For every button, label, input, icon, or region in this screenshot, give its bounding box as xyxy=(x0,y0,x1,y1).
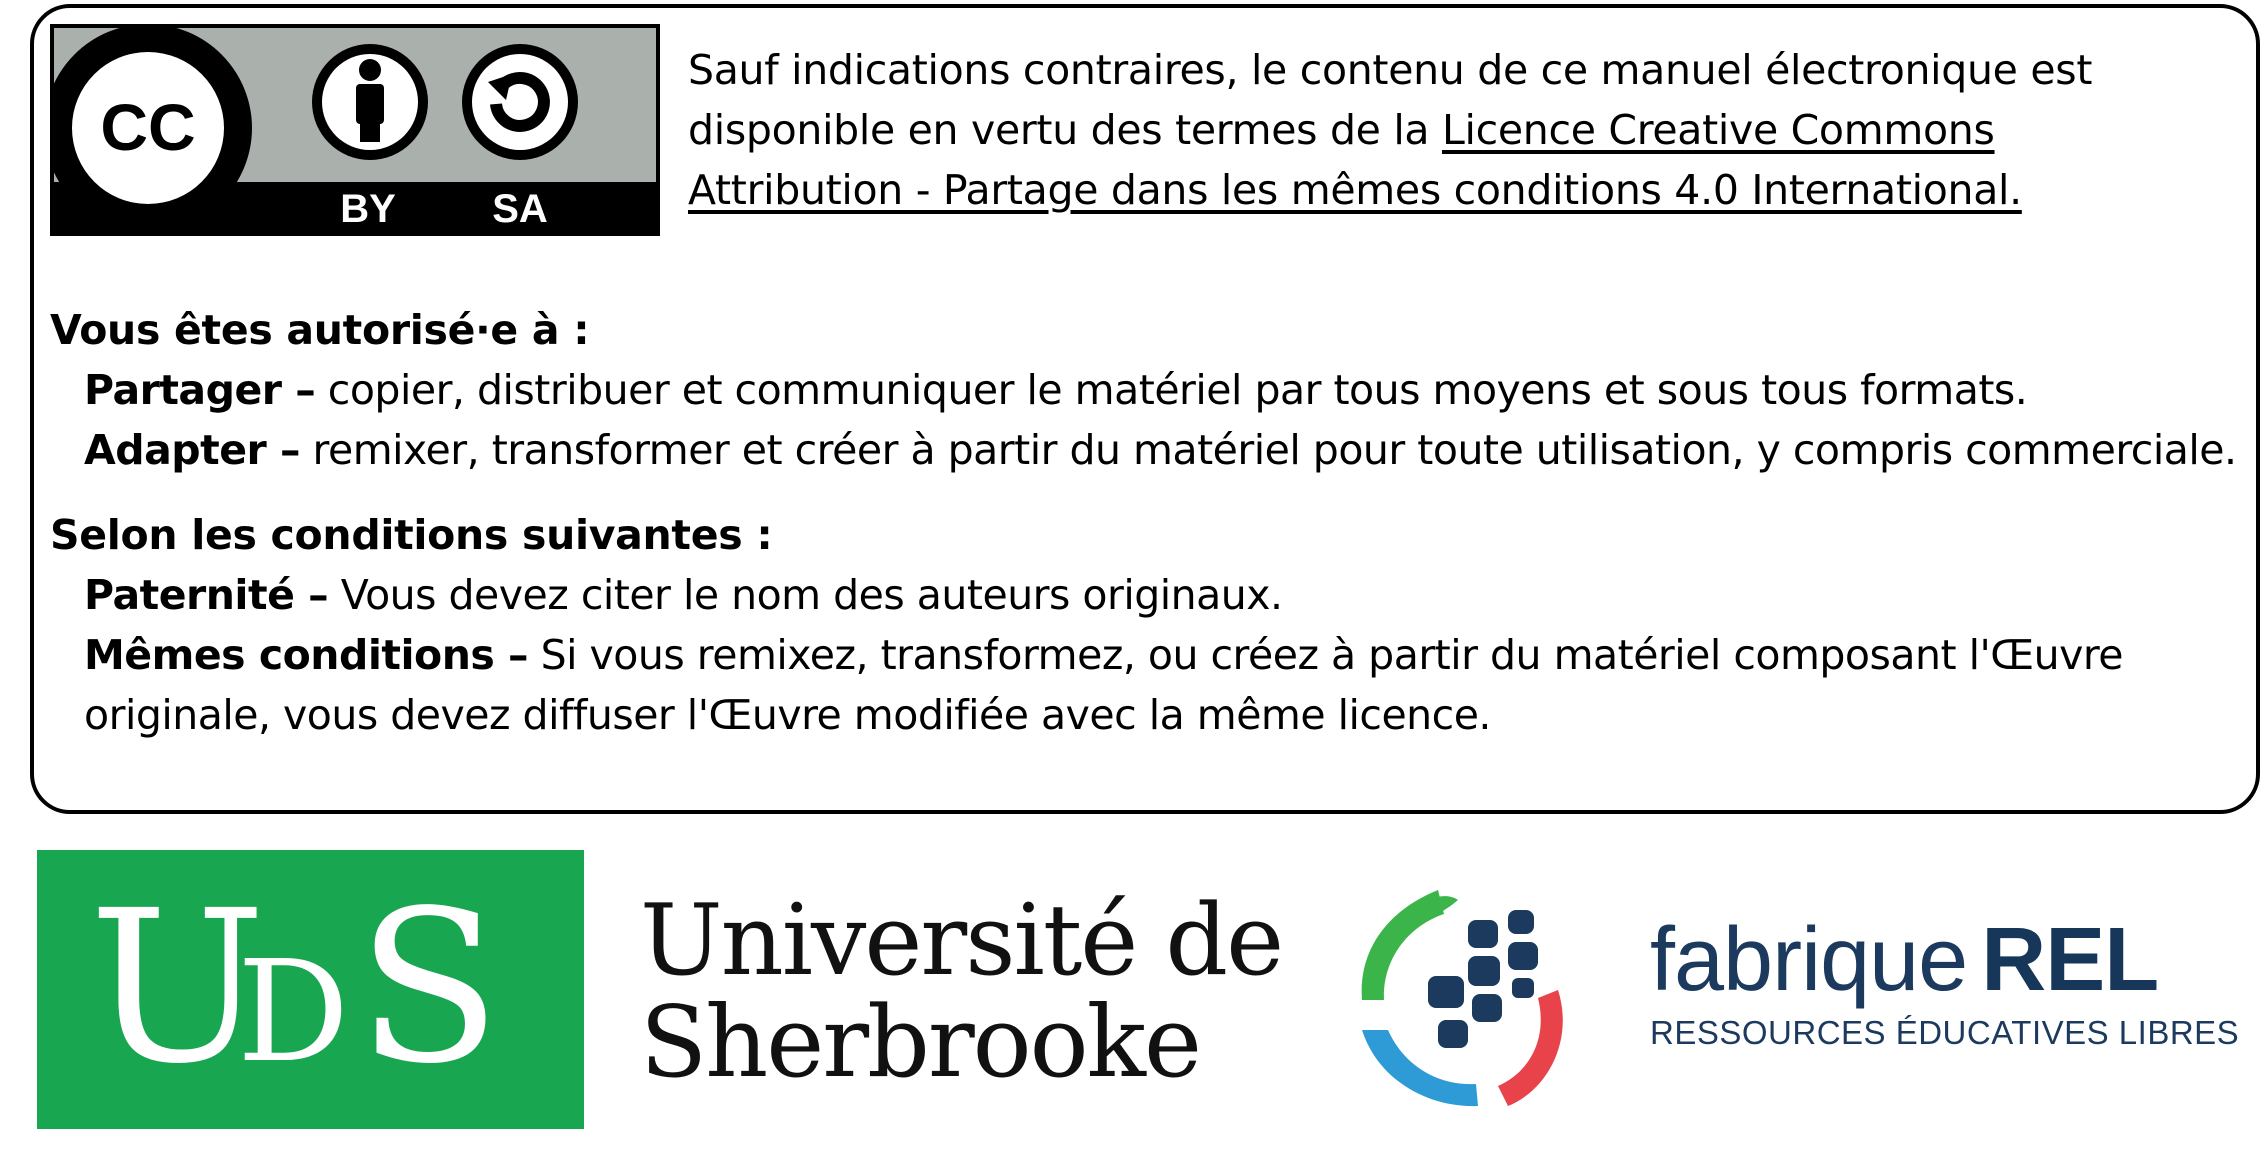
uds-letters: U D S xyxy=(89,865,501,1110)
conditions-title: Selon les conditions suivantes : xyxy=(50,511,773,559)
uds-logo: U D S xyxy=(37,850,584,1129)
university-name: Université de Sherbrooke xyxy=(640,884,1284,1100)
svg-text:SA: SA xyxy=(492,187,548,231)
permission-term: Adapter – xyxy=(84,426,301,474)
condition-term: Mêmes conditions – xyxy=(84,631,529,679)
fabrique-rel-wordmark: fabrique REL RESSOURCES ÉDUCATIVES LIBRES xyxy=(1650,910,2239,1052)
share-alike-icon xyxy=(462,44,578,160)
fabrique-tagline: RESSOURCES ÉDUCATIVES LIBRES xyxy=(1650,1014,2240,1051)
condition-text: Si vous remixez, transformez, ou créez à… xyxy=(528,631,2124,679)
condition-item-share-alike: Mêmes conditions – Si vous remixez, tran… xyxy=(84,625,2124,685)
cc-by-sa-badge: CC BY SA xyxy=(50,24,660,236)
fabrique-bold: REL xyxy=(1981,910,2159,1010)
license-notice: Sauf indications contraires, le contenu … xyxy=(688,40,2188,220)
fabrique-light: fabrique xyxy=(1650,910,1968,1010)
permission-text: remixer, transformer et créer à partir d… xyxy=(300,426,2237,474)
svg-text:BY: BY xyxy=(340,187,396,231)
permission-term: Partager – xyxy=(84,366,316,414)
fabrique-rel-icon xyxy=(1361,890,1563,1107)
permissions-title: Vous êtes autorisé·e à : xyxy=(50,306,590,354)
svg-text:CC: CC xyxy=(100,90,195,164)
svg-text:S: S xyxy=(357,865,501,1110)
condition-item-share-alike-continued: originale, vous devez diffuser l'Œuvre m… xyxy=(84,691,1491,739)
footer-logos: U D S Université de Sherbrooke fabrique R… xyxy=(0,840,2267,1151)
condition-item-attribution: Paternité – Vous devez citer le nom des … xyxy=(84,565,1283,625)
permission-text: copier, distribuer et communiquer le mat… xyxy=(315,366,2028,414)
svg-text:D: D xyxy=(237,931,349,1094)
attribution-icon xyxy=(312,44,428,160)
permission-item-share: Partager – copier, distribuer et communi… xyxy=(84,360,2028,420)
permission-item-adapt: Adapter – remixer, transformer et créer … xyxy=(84,420,2237,480)
condition-text: Vous devez citer le nom des auteurs orig… xyxy=(328,571,1283,619)
condition-term: Paternité – xyxy=(84,571,329,619)
